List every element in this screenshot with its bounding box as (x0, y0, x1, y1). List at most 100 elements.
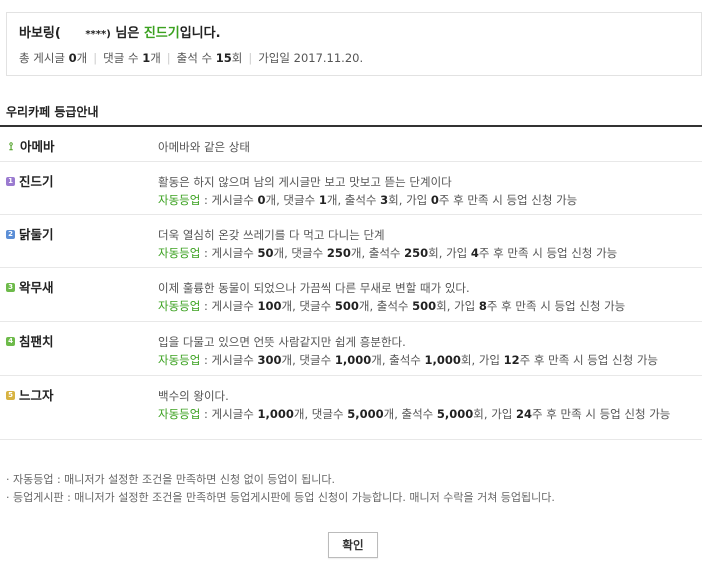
grade-notes: · 자동등업 : 매니저가 설정한 조건을 만족하면 신청 없이 등업이 됩니다… (6, 471, 555, 507)
unit: 개 (371, 353, 382, 367)
unit: 개 (358, 299, 370, 313)
unit: 회 (388, 193, 399, 207)
grade-description: 활동은 하지 않으며 남의 게시글만 보고 맛보고 뜯는 단계이다 자동등업 : … (158, 173, 698, 209)
cond-posts-label: 게시글수 (211, 353, 254, 367)
cond-tail: 후 만족 시 등업 신청 가능 (501, 299, 626, 313)
grade-name-label: 왁무새 (19, 280, 54, 295)
cond-posts: 1,000 (257, 407, 294, 421)
cond-attendance-label: 출석수 (401, 407, 434, 421)
cond-comments-label: 댓글수 (283, 193, 316, 207)
grade-description: 이제 훌륭한 동물이 되었으나 가끔씩 다른 무새로 변할 때가 있다. 자동등업… (158, 279, 698, 315)
auto-upgrade-condition: 자동등업 : 게시글수 300개, 댓글수 1,000개, 출석수 1,000회… (158, 353, 658, 367)
cond-comments-label: 댓글수 (299, 353, 332, 367)
auto-upgrade-condition: 자동등업 : 게시글수 100개, 댓글수 500개, 출석수 500회, 가입… (158, 299, 626, 313)
confirm-button[interactable]: 확인 (328, 532, 378, 558)
unit: 개 (383, 407, 395, 421)
grade-4-icon: 4 (6, 337, 15, 346)
grade-description-text: 입을 다물고 있으면 언뜻 사람같지만 쉽게 흥분한다. (158, 335, 406, 349)
auto-upgrade-condition: 자동등업 : 게시글수 50개, 댓글수 250개, 출석수 250회, 가입 … (158, 246, 618, 260)
auto-upgrade-label: 자동등업 (158, 246, 201, 260)
cond-weeks: 12 (503, 353, 520, 367)
unit: 개 (326, 193, 338, 207)
comments-unit: 개 (150, 51, 161, 65)
cond-tail: 후 만족 시 등업 신청 가능 (493, 246, 618, 260)
cond-tail: 후 만족 시 등업 신청 가능 (546, 407, 671, 421)
grade-name-label: 닭둘기 (19, 227, 54, 242)
grade-2-icon: 2 (6, 230, 15, 239)
grade-name-label: 진드기 (19, 174, 54, 189)
unit: 회 (460, 353, 472, 367)
grade-name: 5 느그자 (6, 388, 54, 404)
member-profile-box: 바보링(****) 님은 진드기입니다. 총 게시글 0개 | 댓글 수 1개 | 출석… (6, 12, 702, 76)
cond-posts: 50 (257, 246, 274, 260)
grade-description-text: 아메바와 같은 상태 (158, 140, 250, 154)
cond-posts: 0 (257, 193, 266, 207)
stats-divider: | (93, 51, 98, 65)
cond-attendance: 1,000 (424, 353, 461, 367)
grade-row: ⟟ 아메바 아메바와 같은 상태 (0, 127, 702, 162)
grade-name-label: 느그자 (19, 388, 54, 403)
cond-attendance-label: 출석수 (368, 246, 401, 260)
comments-count: 1 (142, 51, 151, 65)
cond-join-label: 가입 (478, 353, 500, 367)
unit: 개 (281, 299, 293, 313)
cond-posts-label: 게시글수 (211, 407, 254, 421)
cond-comments: 1 (318, 193, 327, 207)
cond-attendance: 250 (404, 246, 429, 260)
unit: 개 (281, 353, 293, 367)
grade-row: 5 느그자 백수의 왕이다. 자동등업 : 게시글수 1,000개, 댓글수 5,00… (0, 376, 702, 440)
grade-name-label: 침팬치 (19, 334, 54, 349)
cond-posts: 300 (257, 353, 282, 367)
cond-comments-label: 댓글수 (299, 299, 332, 313)
grade-name: 2 닭둘기 (6, 227, 54, 243)
cond-join-label: 가입 (406, 193, 428, 207)
grade-name: ⟟ 아메바 (6, 139, 55, 155)
joined-label: 가입일 (258, 51, 290, 65)
cond-tail: 후 만족 시 등업 신청 가능 (453, 193, 578, 207)
grade-name: 1 진드기 (6, 174, 54, 190)
posts-label: 총 게시글 (19, 51, 65, 65)
unit: 주 (519, 353, 531, 367)
grade-sentence-suffix: 입니다. (179, 26, 221, 41)
cond-attendance-label: 출석수 (389, 353, 421, 367)
grade-row: 3 왁무새 이제 훌륭한 동물이 되었으나 가끔씩 다른 무새로 변할 때가 있다.… (0, 268, 702, 322)
unit: 주 (532, 407, 543, 421)
cond-attendance-label: 출석수 (344, 193, 377, 207)
grade-description: 아메바와 같은 상태 (158, 138, 698, 156)
grade-description: 입을 다물고 있으면 언뜻 사람같지만 쉽게 흥분한다. 자동등업 : 게시글수 … (158, 333, 698, 369)
current-grade: 진드기 (143, 26, 180, 41)
section-title: 우리카페 등급안내 (6, 105, 99, 119)
masked-member-id: ****) (85, 29, 111, 40)
unit: 회 (436, 299, 447, 313)
note-upgrade-board: · 등업게시판 : 매니저가 설정한 조건을 만족하면 등업게시판에 등업 신청… (6, 491, 555, 504)
auto-upgrade-label: 자동등업 (158, 353, 201, 367)
stats-divider: | (248, 51, 253, 65)
posts-count: 0 (68, 51, 77, 65)
cond-weeks: 4 (470, 246, 479, 260)
unit: 개 (265, 193, 277, 207)
grade-description-text: 더욱 열심히 온갖 쓰레기를 다 먹고 다니는 단계 (158, 228, 385, 242)
member-grade-summary: 바보링(****) 님은 진드기입니다. (19, 25, 689, 43)
note-auto-upgrade: · 자동등업 : 매니저가 설정한 조건을 만족하면 신청 없이 등업이 됩니다… (6, 473, 336, 486)
cond-attendance-label: 출석수 (376, 299, 409, 313)
cond-posts-label: 게시글수 (211, 246, 254, 260)
attendance-unit: 회 (231, 51, 243, 65)
unit: 개 (273, 246, 285, 260)
grade-row: 4 침팬치 입을 다물고 있으면 언뜻 사람같지만 쉽게 흥분한다. 자동등업 : 게… (0, 322, 702, 376)
stats-divider: | (166, 51, 171, 65)
cond-weeks: 8 (478, 299, 487, 313)
member-stats: 총 게시글 0개 | 댓글 수 1개 | 출석 수 15회 | 가입일 2017.11.20… (19, 50, 689, 66)
unit: 회 (428, 246, 439, 260)
cond-comments-label: 댓글수 (311, 407, 344, 421)
cond-join-label: 가입 (491, 407, 513, 421)
sprout-icon: ⟟ (8, 140, 14, 153)
auto-upgrade-condition: 자동등업 : 게시글수 0개, 댓글수 1개, 출석수 3회, 가입 0주 후 … (158, 193, 578, 207)
cond-comments: 1,000 (334, 353, 372, 367)
cond-attendance: 3 (380, 193, 389, 207)
grade-description: 더욱 열심히 온갖 쓰레기를 다 먹고 다니는 단계 자동등업 : 게시글수 50… (158, 226, 698, 262)
grade-1-icon: 1 (6, 177, 15, 186)
grade-name: 3 왁무새 (6, 280, 54, 296)
auto-upgrade-label: 자동등업 (158, 299, 201, 313)
cond-comments: 5,000 (347, 407, 384, 421)
grade-3-icon: 3 (6, 283, 15, 292)
